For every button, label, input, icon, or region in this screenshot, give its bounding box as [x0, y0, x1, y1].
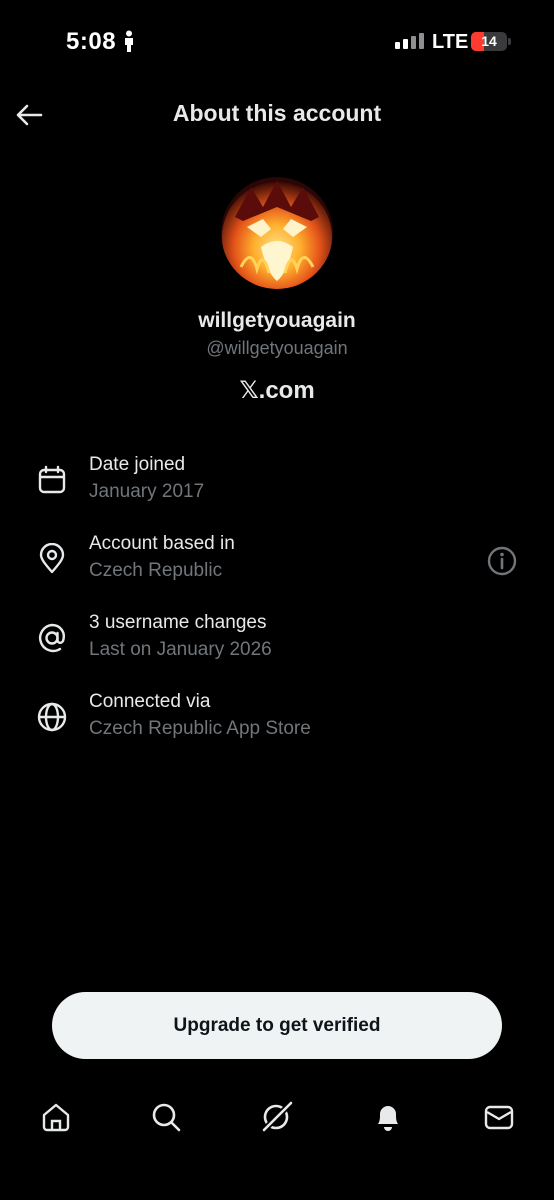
nav-notifications[interactable]	[368, 1097, 408, 1137]
upgrade-button[interactable]: Upgrade to get verified	[52, 992, 502, 1059]
nav-grok[interactable]	[257, 1097, 297, 1137]
person-icon	[125, 30, 133, 52]
globe-icon	[37, 702, 67, 732]
info-subtitle: January 2017	[89, 481, 205, 502]
nav-home[interactable]	[36, 1097, 76, 1137]
page-title: About this account	[172, 100, 382, 126]
info-title: Account based in	[89, 533, 235, 554]
avatar	[221, 177, 333, 289]
grok-icon	[261, 1100, 294, 1133]
info-title: Date joined	[89, 454, 186, 475]
platform-label: 𝕏.com	[239, 377, 315, 404]
battery-level: 14	[481, 33, 497, 49]
info-row-username-changes: 3 username changes Last on January 2026	[0, 612, 554, 672]
calendar-icon	[38, 465, 66, 494]
messages-icon	[484, 1105, 514, 1130]
nav-messages[interactable]	[479, 1097, 519, 1137]
flaming-skull-avatar	[221, 177, 333, 289]
info-icon[interactable]	[486, 545, 518, 577]
info-row-account-based: Account based in Czech Republic	[0, 533, 554, 593]
display-name: willgetyouagain	[198, 309, 356, 332]
search-icon	[152, 1103, 181, 1132]
signal-icon	[395, 33, 424, 49]
info-subtitle: Last on January 2026	[89, 639, 272, 660]
info-subtitle: Czech Republic	[89, 560, 223, 581]
battery-tip	[508, 38, 511, 45]
status-bar: 5:08 LTE 14	[0, 0, 554, 84]
bottom-nav	[0, 1085, 554, 1151]
info-subtitle: Czech Republic App Store	[89, 718, 311, 739]
info-title: Connected via	[89, 691, 211, 712]
info-title: 3 username changes	[89, 612, 267, 633]
nav-search[interactable]	[146, 1097, 186, 1137]
home-icon	[42, 1103, 70, 1132]
network-label: LTE	[432, 31, 469, 53]
at-sign-icon	[39, 623, 65, 653]
status-time: 5:08	[66, 28, 117, 55]
notifications-bell-icon	[378, 1106, 398, 1131]
handle: @willgetyouagain	[206, 338, 348, 358]
info-row-connected-via: Connected via Czech Republic App Store	[0, 691, 554, 751]
info-row-date-joined: Date joined January 2017	[0, 454, 554, 514]
location-pin-icon	[39, 543, 65, 574]
battery-indicator: 14	[471, 32, 507, 51]
